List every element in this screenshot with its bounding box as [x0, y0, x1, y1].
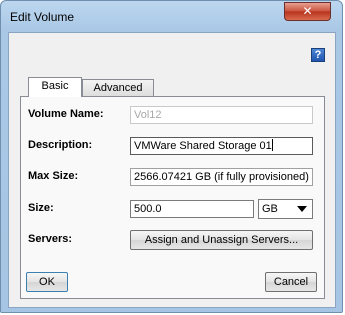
text-cursor: [271, 139, 273, 151]
chevron-down-icon: [297, 206, 307, 212]
assign-servers-label: Assign and Unassign Servers...: [144, 234, 299, 246]
size-unit-select[interactable]: GB: [258, 199, 313, 219]
volume-name-field: Vol12: [130, 106, 313, 124]
description-field[interactable]: VMWare Shared Storage 01: [130, 137, 313, 155]
edit-volume-dialog: Edit Volume ✕ ? Basic Advanced Volume Na…: [0, 0, 343, 313]
description-value: VMWare Shared Storage 01: [134, 140, 272, 152]
max-size-value: 2566.07421 GB (if fully provisioned): [134, 171, 309, 183]
size-unit-value: GB: [262, 203, 278, 215]
max-size-label: Max Size:: [28, 170, 79, 182]
tab-advanced[interactable]: Advanced: [82, 79, 154, 97]
help-icon[interactable]: ?: [311, 48, 325, 62]
tab-basic[interactable]: Basic: [28, 77, 82, 97]
ok-button[interactable]: OK: [26, 272, 68, 292]
max-size-field: 2566.07421 GB (if fully provisioned): [130, 168, 313, 186]
assign-servers-button[interactable]: Assign and Unassign Servers...: [130, 230, 313, 250]
tab-advanced-label: Advanced: [93, 82, 143, 94]
close-button[interactable]: ✕: [284, 2, 331, 21]
size-label: Size:: [28, 202, 54, 214]
close-icon: ✕: [302, 4, 313, 18]
cancel-button[interactable]: Cancel: [265, 272, 317, 292]
volume-name-label: Volume Name:: [28, 108, 104, 120]
tab-basic-label: Basic: [41, 80, 69, 92]
servers-label: Servers:: [28, 233, 73, 245]
dialog-body: ? Basic Advanced Volume Name: Vol12 Desc…: [8, 32, 336, 308]
cancel-label: Cancel: [273, 276, 309, 288]
size-value: 500.0: [134, 203, 162, 215]
size-field[interactable]: 500.0: [130, 200, 254, 218]
volume-name-value: Vol12: [134, 109, 162, 121]
title-bar[interactable]: Edit Volume ✕: [1, 1, 344, 33]
ok-label: OK: [39, 276, 55, 288]
description-label: Description:: [28, 139, 93, 151]
window-title: Edit Volume: [10, 10, 75, 24]
basic-tab-panel: Volume Name: Vol12 Description: VMWare S…: [20, 96, 325, 299]
